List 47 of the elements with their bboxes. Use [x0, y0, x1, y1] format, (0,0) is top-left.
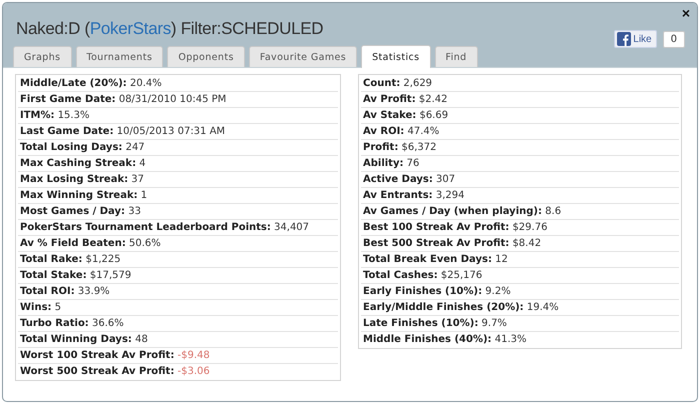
- like-count: 0: [662, 30, 685, 48]
- stat-row: Av % Field Beaten: 50.6%: [18, 236, 338, 252]
- stat-row: Late Finishes (10%): 9.7%: [361, 316, 679, 332]
- tab[interactable]: Find: [434, 46, 478, 67]
- stat-row: Best 500 Streak Av Profit: $8.42: [361, 236, 679, 252]
- stat-row: Av Entrants: 3,294: [361, 188, 679, 204]
- facebook-icon: [617, 32, 632, 46]
- stat-row: Ability: 76: [361, 156, 679, 172]
- stat-row: Most Games / Day: 33: [18, 204, 338, 220]
- stat-row: Total Losing Days: 247: [18, 140, 338, 156]
- stat-row: Worst 100 Streak Av Profit: -$9.48: [18, 348, 338, 364]
- stat-row: Total ROI: 33.9%: [18, 284, 338, 300]
- tab[interactable]: Favourite Games: [248, 46, 358, 67]
- stat-row: ITM%: 15.3%: [18, 108, 338, 124]
- stat-row: Total Break Even Days: 12: [361, 252, 679, 268]
- stat-row: Max Cashing Streak: 4: [18, 156, 338, 172]
- window-title: Naked:D (PokerStars) Filter:SCHEDULED: [16, 19, 324, 39]
- stat-row: Last Game Date: 10/05/2013 07:31 AM: [18, 124, 338, 140]
- stat-row: Total Stake: $17,579: [18, 268, 338, 284]
- stat-row: Av Stake: $6.69: [361, 108, 679, 124]
- tab[interactable]: Statistics: [361, 45, 431, 68]
- tab[interactable]: Opponents: [167, 46, 245, 67]
- stat-row: Middle/Late (20%): 20.4%: [18, 76, 338, 92]
- stat-row-text: Worst 500 Streak Av Profit: -$3.06: [19, 365, 211, 379]
- stat-row: Wins: 5: [18, 300, 338, 316]
- stat-row: Early Finishes (10%): 9.2%: [361, 284, 679, 300]
- stat-row: First Game Date: 08/31/2010 10:45 PM: [18, 92, 338, 108]
- stat-row: Profit: $6,372: [361, 140, 679, 156]
- stat-row: Av Profit: $2.42: [361, 92, 679, 108]
- stat-row: Max Winning Streak: 1: [18, 188, 338, 204]
- stat-row: Av ROI: 47.4%: [361, 124, 679, 140]
- stat-row: Turbo Ratio: 36.6%: [18, 316, 338, 332]
- stat-row: Active Days: 307: [361, 172, 679, 188]
- stat-row: Total Rake: $1,225: [18, 252, 338, 268]
- stat-row: Total Winning Days: 48: [18, 332, 338, 348]
- stat-row: Av Games / Day (when playing): 8.6: [361, 204, 679, 220]
- like-button[interactable]: Like: [614, 30, 657, 48]
- stat-row: Count: 2,629: [361, 76, 679, 92]
- stat-row: PokerStars Tournament Leaderboard Points: 34,407: [18, 220, 338, 236]
- tab[interactable]: Tournaments: [76, 46, 164, 67]
- stat-row-text: Middle Finishes (40%): 41.3%: [362, 333, 528, 347]
- stat-row: Total Cashes: $25,176: [361, 268, 679, 284]
- stat-row: Max Losing Streak: 37: [18, 172, 338, 188]
- tab[interactable]: Graphs: [13, 46, 72, 67]
- close-button[interactable]: ×: [682, 6, 690, 20]
- stat-row: Early/Middle Finishes (20%): 19.4%: [361, 300, 679, 316]
- stat-row: Best 100 Streak Av Profit: $29.76: [361, 220, 679, 236]
